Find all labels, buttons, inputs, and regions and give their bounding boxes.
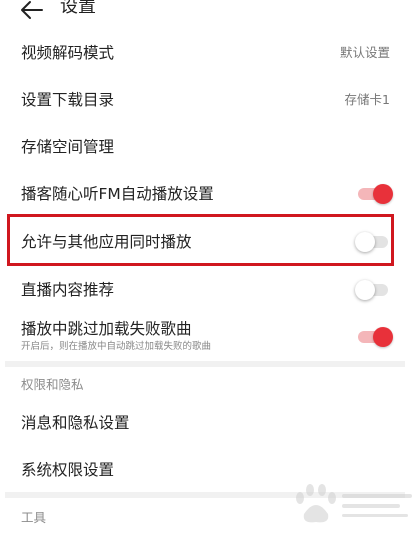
row-label: 存储空间管理 <box>21 138 115 156</box>
row-message-privacy[interactable]: 消息和隐私设置 <box>0 403 415 443</box>
row-label: 系统权限设置 <box>21 461 115 479</box>
section-divider <box>5 361 405 367</box>
header: 设置 <box>0 0 415 26</box>
row-podcast-fm-autoplay[interactable]: 播客随心听FM自动播放设置 <box>0 175 415 215</box>
row-storage-management[interactable]: 存储空间管理 <box>0 128 415 168</box>
row-label: 设置下载目录 <box>21 91 115 109</box>
podcast-fm-autoplay-toggle[interactable] <box>358 184 393 204</box>
toggle-knob <box>373 327 393 347</box>
row-label: 播客随心听FM自动播放设置 <box>21 185 214 203</box>
back-arrow-icon[interactable] <box>18 0 44 22</box>
row-label: 播放中跳过加载失败歌曲 <box>21 320 192 338</box>
toggle-knob <box>373 184 393 204</box>
row-video-decode[interactable]: 视频解码模式 默认设置 <box>0 34 415 74</box>
row-label: 视频解码模式 <box>21 44 115 62</box>
highlight-box <box>7 214 394 266</box>
live-recommend-toggle[interactable] <box>355 280 388 300</box>
row-label: 消息和隐私设置 <box>21 414 130 432</box>
row-value: 存储卡1 <box>344 92 390 107</box>
row-label: 直播内容推荐 <box>21 281 115 299</box>
row-value: 默认设置 <box>339 45 390 60</box>
section-title-privacy: 权限和隐私 <box>21 377 84 392</box>
section-title-tools: 工具 <box>21 510 47 525</box>
page-title: 设置 <box>60 0 96 17</box>
skip-failed-songs-toggle[interactable] <box>358 327 393 347</box>
baidu-jingyan-paw-watermark <box>296 484 412 523</box>
toggle-knob <box>355 280 375 300</box>
row-live-recommend[interactable]: 直播内容推荐 <box>0 271 415 311</box>
row-skip-failed-songs[interactable]: 播放中跳过加载失败歌曲 开启后，则在播放中自动跳过加载失败的歌曲 <box>0 316 415 360</box>
row-download-dir[interactable]: 设置下载目录 存储卡1 <box>0 81 415 121</box>
row-subtext: 开启后，则在播放中自动跳过加载失败的歌曲 <box>21 341 212 352</box>
